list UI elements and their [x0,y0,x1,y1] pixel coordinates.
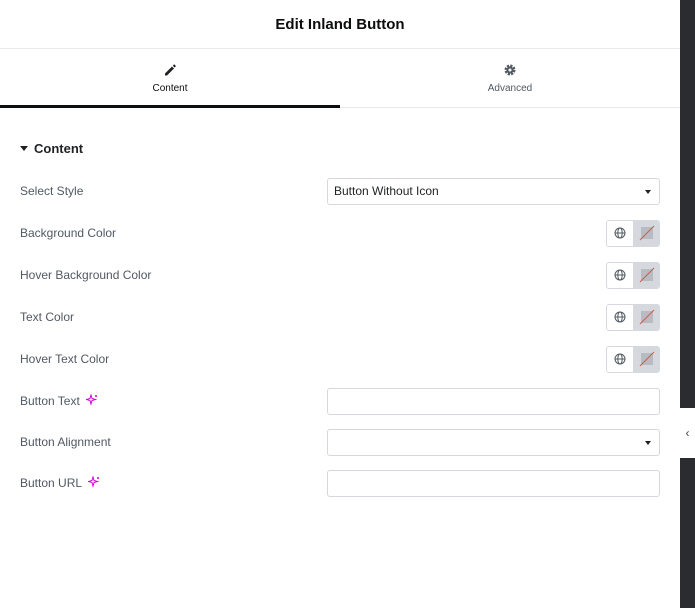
panel-header: Edit Inland Button [0,0,680,49]
hover-background-color-picker [606,261,660,289]
tab-advanced[interactable]: Advanced [340,49,680,107]
section-toggle-content[interactable]: Content [0,140,680,156]
select-style-dropdown[interactable]: Button Without Icon [327,177,660,205]
button-url-input[interactable] [327,469,660,497]
background-color-picker [606,219,660,247]
collapse-panel-button[interactable]: ‹ [680,408,695,458]
globe-icon[interactable] [607,220,634,246]
control-button-alignment: Button Alignment [0,428,680,456]
button-url-label-wrap: Button URL [20,474,100,491]
hover-text-color-label: Hover Text Color [20,352,110,366]
panel-tabs: Content Advanced [0,49,680,108]
preview-rail [680,0,695,608]
gear-icon [503,63,517,77]
caret-down-icon [20,145,28,151]
select-style-label: Select Style [20,184,84,198]
button-alignment-dropdown[interactable] [327,428,660,456]
no-color-swatch-icon[interactable] [634,346,659,372]
button-alignment-label: Button Alignment [20,435,111,449]
controls-list: Select Style Button Without Icon Backgro… [0,177,680,497]
control-hover-text-color: Hover Text Color [0,345,680,373]
background-color-label: Background Color [20,226,117,240]
section-title: Content [34,140,84,156]
hover-text-color-picker [606,345,660,373]
panel-title: Edit Inland Button [275,15,405,33]
ai-sparkle-icon[interactable] [86,474,100,491]
control-background-color: Background Color [0,219,680,247]
globe-icon[interactable] [607,262,634,288]
control-select-style: Select Style Button Without Icon [0,177,680,205]
control-hover-background-color: Hover Background Color [0,261,680,289]
button-text-input[interactable] [327,387,660,415]
text-color-picker [606,303,660,331]
control-button-url: Button URL [0,469,680,497]
select-style-value: Button Without Icon [334,184,439,198]
hover-background-color-label: Hover Background Color [20,268,152,282]
control-text-color: Text Color [0,303,680,331]
no-color-swatch-icon[interactable] [634,304,659,330]
chevron-down-icon [645,189,651,194]
button-text-label-wrap: Button Text [20,392,98,409]
tab-content[interactable]: Content [0,49,340,108]
text-color-label: Text Color [20,310,75,324]
globe-icon[interactable] [607,304,634,330]
no-color-swatch-icon[interactable] [634,220,659,246]
tab-advanced-label: Advanced [487,82,533,94]
globe-icon[interactable] [607,346,634,372]
chevron-down-icon [645,440,651,445]
editor-panel: Edit Inland Button Content Advanced Cont… [0,0,680,608]
button-text-label: Button Text [20,394,80,408]
chevron-left-icon: ‹ [685,426,690,440]
pencil-icon [163,63,177,77]
ai-sparkle-icon[interactable] [84,392,98,409]
control-button-text: Button Text [0,387,680,415]
tab-content-label: Content [152,82,188,94]
no-color-swatch-icon[interactable] [634,262,659,288]
button-url-label: Button URL [20,476,83,490]
